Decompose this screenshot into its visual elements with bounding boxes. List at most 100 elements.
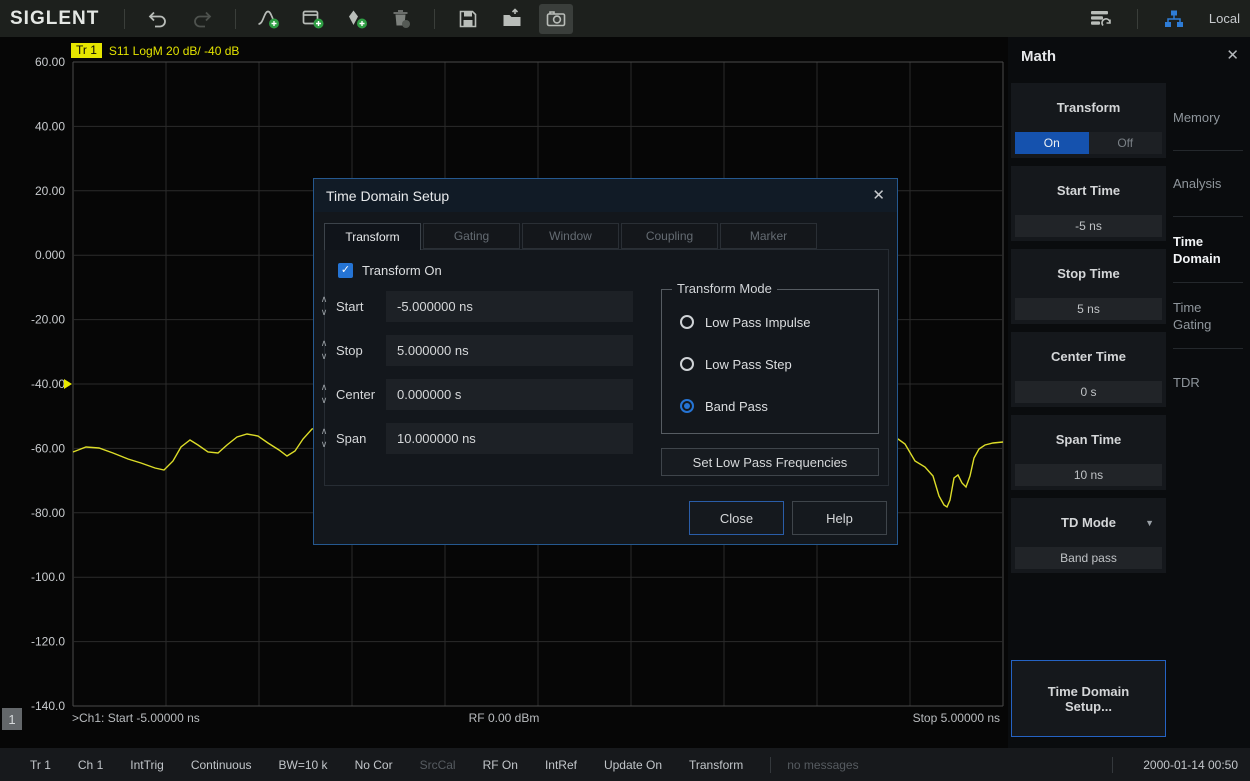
span-spinner[interactable]: ∧∨ <box>316 425 332 451</box>
stop-time-control[interactable]: Stop Time 5 ns <box>1011 249 1166 324</box>
toolbar-divider <box>434 9 435 29</box>
open-folder-icon <box>501 8 523 30</box>
menu-item-analysis[interactable]: Analysis <box>1173 151 1243 217</box>
center-time-control[interactable]: Center Time 0 s <box>1011 332 1166 407</box>
panel-close-icon[interactable]: ✕ <box>1226 46 1239 64</box>
span-time-label: Span Time <box>1011 415 1166 464</box>
status-divider <box>770 757 771 773</box>
center-spinner[interactable]: ∧∨ <box>316 381 332 407</box>
dialog-title: Time Domain Setup <box>326 188 449 204</box>
trace-badge[interactable]: Tr 1 <box>71 43 102 58</box>
spinner-up-icon[interactable]: ∧ <box>321 337 328 350</box>
span-input[interactable]: 10.000000 ns <box>386 423 633 454</box>
tab-coupling[interactable]: Coupling <box>621 223 718 249</box>
start-time-control[interactable]: Start Time -5 ns <box>1011 166 1166 241</box>
menu-item-time-gating[interactable]: Time Gating <box>1173 283 1243 349</box>
radio-low-pass-impulse[interactable]: Low Pass Impulse <box>680 313 811 331</box>
tab-marker[interactable]: Marker <box>720 223 817 249</box>
transform-on-checkbox-row[interactable]: ✓ Transform On <box>338 263 442 278</box>
toolbar-right-group: Local <box>1076 0 1240 37</box>
menu-item-tdr[interactable]: TDR <box>1173 349 1243 415</box>
spinner-down-icon[interactable]: ∨ <box>321 306 328 319</box>
network-icon <box>1163 8 1185 30</box>
add-window-icon <box>301 8 325 30</box>
network-button[interactable] <box>1157 4 1191 34</box>
svg-text:-100.0: -100.0 <box>31 570 65 584</box>
radio-unselected-icon[interactable] <box>680 315 694 329</box>
status-datetime: 2000-01-14 00:50 <box>1143 758 1238 772</box>
svg-text:-80.00: -80.00 <box>31 506 65 520</box>
spinner-down-icon[interactable]: ∨ <box>321 350 328 363</box>
radio-selected-icon[interactable] <box>680 399 694 413</box>
stop-spinner[interactable]: ∧∨ <box>316 337 332 363</box>
start-spinner[interactable]: ∧∨ <box>316 293 332 319</box>
spinner-up-icon[interactable]: ∧ <box>321 425 328 438</box>
add-trace-icon <box>257 8 281 30</box>
td-mode-control[interactable]: TD Mode ▼ Band pass <box>1011 498 1166 573</box>
center-label: Center <box>336 379 384 410</box>
status-rf: RF On <box>483 758 518 772</box>
radio-unselected-icon[interactable] <box>680 357 694 371</box>
status-correction: No Cor <box>355 758 393 772</box>
close-button[interactable]: Close <box>689 501 784 535</box>
siglent-logo: SIGLENT <box>10 8 99 30</box>
set-low-pass-frequencies-button[interactable]: Set Low Pass Frequencies <box>661 448 879 476</box>
top-toolbar: SIGLENT <box>0 0 1250 37</box>
help-button[interactable]: Help <box>792 501 887 535</box>
transform-control[interactable]: Transform On Off <box>1011 83 1166 158</box>
add-trace-button[interactable] <box>252 4 286 34</box>
status-bar: Tr 1 Ch 1 IntTrig Continuous BW=10 k No … <box>0 748 1250 781</box>
save-button[interactable] <box>451 4 485 34</box>
add-marker-button[interactable] <box>340 4 374 34</box>
td-mode-label-text: TD Mode <box>1061 515 1116 530</box>
status-update: Update On <box>604 758 662 772</box>
status-srccal: SrcCal <box>420 758 456 772</box>
svg-text:40.00: 40.00 <box>35 119 65 133</box>
low-pass-impulse-label: Low Pass Impulse <box>705 315 811 330</box>
checkbox-checked-icon[interactable]: ✓ <box>338 263 353 278</box>
start-label: Start <box>336 291 384 322</box>
spinner-down-icon[interactable]: ∨ <box>321 438 328 451</box>
status-divider <box>1112 757 1113 773</box>
time-domain-setup-button[interactable]: Time Domain Setup... <box>1011 660 1166 737</box>
time-domain-setup-dialog: Time Domain Setup ✕ Transform Gating Win… <box>313 178 898 545</box>
stop-time-label: Stop Time <box>1011 249 1166 298</box>
tab-gating[interactable]: Gating <box>423 223 520 249</box>
svg-text:-20.00: -20.00 <box>31 313 65 327</box>
stop-label: Stop <box>336 335 384 366</box>
menu-item-memory[interactable]: Memory <box>1173 85 1243 151</box>
start-input[interactable]: -5.000000 ns <box>386 291 633 322</box>
add-window-button[interactable] <box>296 4 330 34</box>
tab-transform[interactable]: Transform <box>324 223 421 250</box>
stop-time-value: 5 ns <box>1015 298 1162 320</box>
span-time-value: 10 ns <box>1015 464 1162 486</box>
spinner-up-icon[interactable]: ∧ <box>321 293 328 306</box>
camera-icon <box>545 8 567 30</box>
recall-button[interactable] <box>495 4 529 34</box>
td-mode-value: Band pass <box>1015 547 1162 569</box>
redo-button[interactable] <box>185 4 219 34</box>
toolbar-divider <box>124 9 125 29</box>
stop-input[interactable]: 5.000000 ns <box>386 335 633 366</box>
transform-on-option[interactable]: On <box>1015 132 1089 154</box>
screenshot-button[interactable] <box>539 4 573 34</box>
delete-trace-button[interactable] <box>384 4 418 34</box>
spinner-up-icon[interactable]: ∧ <box>321 381 328 394</box>
tab-window[interactable]: Window <box>522 223 619 249</box>
dialog-close-icon[interactable]: ✕ <box>872 186 885 204</box>
svg-text:60.00: 60.00 <box>35 55 65 69</box>
dialog-titlebar[interactable]: Time Domain Setup ✕ <box>314 179 897 212</box>
transform-off-option[interactable]: Off <box>1089 132 1163 154</box>
channel-start-label: >Ch1: Start -5.00000 ns <box>72 711 200 725</box>
radio-band-pass[interactable]: Band Pass <box>680 397 768 415</box>
undo-button[interactable] <box>141 4 175 34</box>
system-status-button[interactable] <box>1084 4 1118 34</box>
local-mode-label: Local <box>1209 11 1240 26</box>
menu-item-time-domain[interactable]: Time Domain <box>1173 217 1243 283</box>
span-time-control[interactable]: Span Time 10 ns <box>1011 415 1166 490</box>
spinner-down-icon[interactable]: ∨ <box>321 394 328 407</box>
span-label: Span <box>336 423 384 454</box>
center-input[interactable]: 0.000000 s <box>386 379 633 410</box>
radio-low-pass-step[interactable]: Low Pass Step <box>680 355 792 373</box>
status-reference: IntRef <box>545 758 577 772</box>
